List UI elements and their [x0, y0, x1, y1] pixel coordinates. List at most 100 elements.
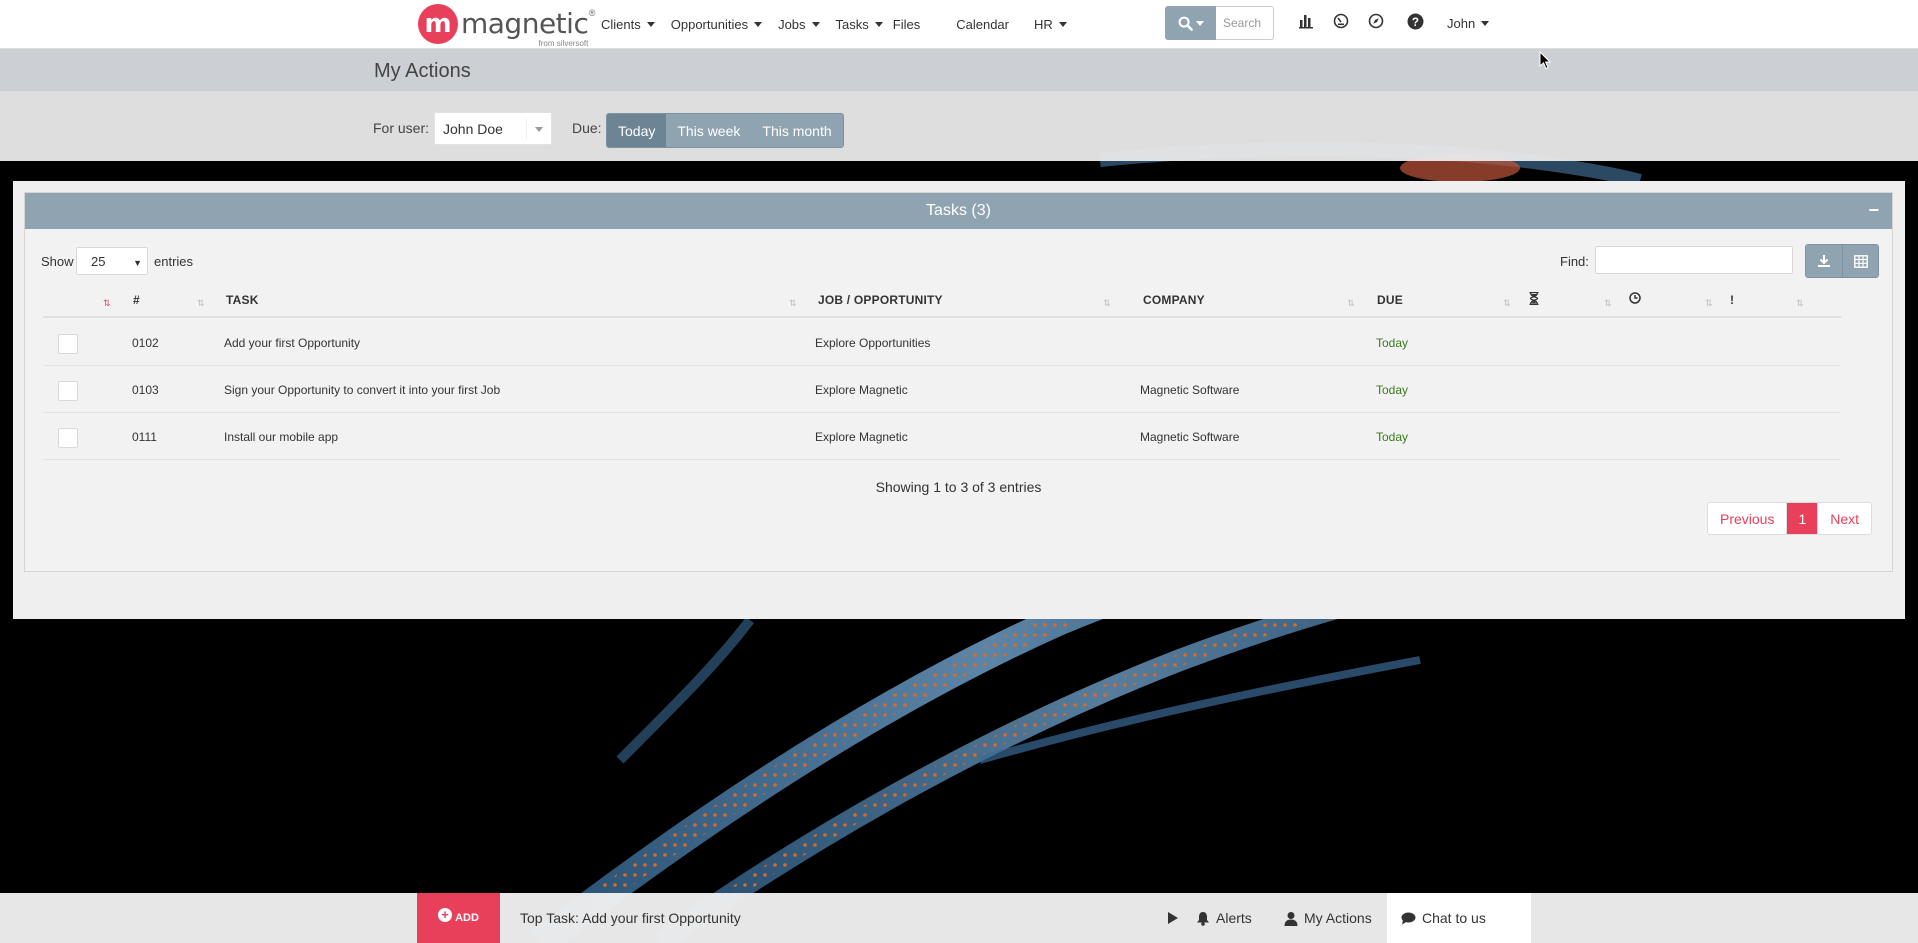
nav-calendar[interactable]: Calendar — [956, 17, 1009, 32]
alerts-link[interactable]: Alerts — [1196, 893, 1252, 943]
hourglass-icon[interactable] — [1529, 291, 1539, 308]
due-this-month-button[interactable]: This month — [751, 114, 843, 147]
nav-clients[interactable]: Clients — [601, 17, 655, 32]
task-name[interactable]: Sign your Opportunity to convert it into… — [224, 383, 500, 397]
export-group — [1805, 244, 1879, 278]
column-toggle-button[interactable] — [1842, 245, 1878, 277]
sort-icon[interactable]: ⇅ — [1103, 298, 1110, 309]
task-number: 0111 — [132, 430, 157, 444]
chat-icon — [1401, 912, 1416, 924]
col-due[interactable]: DUE — [1377, 293, 1403, 307]
chat-link[interactable]: Chat to us — [1387, 893, 1531, 943]
sort-icon[interactable]: ⇅ — [197, 298, 204, 309]
main-nav: Clients Opportunities Jobs Tasks Files C… — [601, 0, 1083, 49]
bell-icon — [1197, 911, 1209, 926]
search-icon — [1178, 16, 1193, 31]
chevron-down-icon — [874, 22, 883, 27]
task-job[interactable]: Explore Magnetic — [815, 430, 908, 444]
table-header: ⇅ # ⇅ TASK ⇅ JOB / OPPORTUNITY ⇅ COMPANY… — [43, 281, 1841, 318]
page-title: My Actions — [374, 60, 471, 82]
top-task-text[interactable]: Top Task: Add your first Opportunity — [520, 910, 741, 926]
due-today-button[interactable]: Today — [607, 114, 667, 147]
col-job-opportunity[interactable]: JOB / OPPORTUNITY — [818, 293, 943, 307]
previous-page-button[interactable]: Previous — [1708, 503, 1787, 534]
table-row[interactable]: 0102 Add your first Opportunity Explore … — [43, 319, 1841, 366]
filter-bar: For user: John Doe Due: Today This week … — [0, 91, 1918, 161]
col-task[interactable]: TASK — [226, 293, 259, 307]
page-length-select[interactable]: 25 ▼ — [76, 247, 148, 275]
row-checkbox[interactable] — [58, 334, 78, 354]
mouse-cursor-icon — [1539, 51, 1551, 70]
pagination: Previous 1 Next — [1707, 502, 1873, 535]
chevron-down-icon — [1058, 22, 1067, 27]
due-filter-group: Today This week This month — [606, 113, 844, 148]
logo-mark: m — [418, 4, 458, 44]
col-company[interactable]: COMPANY — [1143, 293, 1205, 307]
sort-icon[interactable]: ⇅ — [1604, 298, 1611, 309]
sort-icon[interactable]: ⇅ — [789, 298, 796, 309]
search-type-button[interactable] — [1165, 6, 1216, 40]
chevron-down-icon — [535, 127, 543, 132]
logo-name: magnetic — [461, 7, 589, 40]
compass-icon[interactable] — [1366, 11, 1386, 31]
nav-opportunities[interactable]: Opportunities — [671, 17, 763, 32]
due-this-week-button[interactable]: This week — [666, 114, 752, 147]
nav-jobs[interactable]: Jobs — [778, 17, 820, 32]
chevron-down-icon — [1195, 20, 1204, 26]
page-1-button[interactable]: 1 — [1786, 503, 1818, 534]
row-checkbox[interactable] — [58, 381, 78, 401]
brand-logo[interactable]: m magnetic from silversoft ® — [418, 4, 595, 48]
play-icon[interactable] — [1168, 912, 1178, 927]
download-icon — [1818, 255, 1830, 267]
user-icon — [1284, 911, 1298, 926]
user-menu[interactable]: John — [1447, 16, 1490, 31]
download-button[interactable] — [1806, 245, 1842, 277]
task-name[interactable]: Add your first Opportunity — [224, 336, 360, 350]
sort-icon[interactable]: ⇅ — [103, 298, 110, 309]
sort-icon[interactable]: ⇅ — [1705, 298, 1712, 309]
bar-chart-icon[interactable] — [1296, 11, 1316, 31]
row-checkbox[interactable] — [58, 428, 78, 448]
user-select[interactable]: John Doe — [434, 112, 552, 145]
table-row[interactable]: 0103 Sign your Opportunity to convert it… — [43, 366, 1841, 413]
footer-bar: + ADD Top Task: Add your first Opportuni… — [0, 893, 1918, 943]
dashboard-icon[interactable] — [1331, 11, 1351, 31]
task-name[interactable]: Install our mobile app — [224, 430, 338, 444]
task-due: Today — [1376, 383, 1409, 397]
nav-files[interactable]: Files — [893, 17, 920, 32]
for-user-label: For user: — [373, 120, 430, 136]
panel-title: Tasks (3) — [926, 202, 991, 219]
next-page-button[interactable]: Next — [1817, 503, 1872, 534]
chevron-down-icon: ▼ — [133, 258, 142, 268]
clock-icon[interactable] — [1629, 292, 1641, 307]
show-label: Show — [41, 254, 74, 269]
chevron-down-icon — [1481, 21, 1490, 26]
find-input[interactable] — [1595, 246, 1793, 274]
sort-icon[interactable]: ⇅ — [1503, 298, 1510, 309]
table-row[interactable]: 0111 Install our mobile app Explore Magn… — [43, 413, 1841, 460]
nav-hr[interactable]: HR — [1034, 17, 1067, 32]
due-label: Due: — [572, 120, 602, 136]
search-input[interactable] — [1216, 6, 1274, 40]
collapse-icon[interactable]: − — [1868, 201, 1879, 219]
my-actions-link[interactable]: My Actions — [1284, 893, 1372, 943]
task-company[interactable]: Magnetic Software — [1140, 430, 1239, 444]
col-number[interactable]: # — [133, 293, 140, 307]
sort-icon[interactable]: ⇅ — [1347, 298, 1354, 309]
task-company[interactable]: Magnetic Software — [1140, 383, 1239, 397]
content-area: Tasks (3) − Show 25 ▼ entries Find: ⇅ # … — [13, 181, 1905, 619]
chevron-down-icon — [754, 22, 763, 27]
priority-icon[interactable]: ! — [1730, 293, 1734, 307]
table-icon — [1853, 254, 1868, 268]
add-button[interactable]: + ADD — [417, 893, 500, 943]
svg-text:?: ? — [1411, 15, 1418, 28]
task-number: 0103 — [132, 383, 159, 397]
plus-icon: + — [438, 908, 453, 922]
nav-tasks[interactable]: Tasks — [836, 17, 883, 32]
sort-icon[interactable]: ⇅ — [1796, 298, 1803, 309]
task-job[interactable]: Explore Opportunities — [815, 336, 930, 350]
chevron-down-icon — [811, 22, 820, 27]
task-due: Today — [1376, 430, 1409, 444]
task-job[interactable]: Explore Magnetic — [815, 383, 908, 397]
help-icon[interactable]: ? — [1405, 11, 1425, 31]
